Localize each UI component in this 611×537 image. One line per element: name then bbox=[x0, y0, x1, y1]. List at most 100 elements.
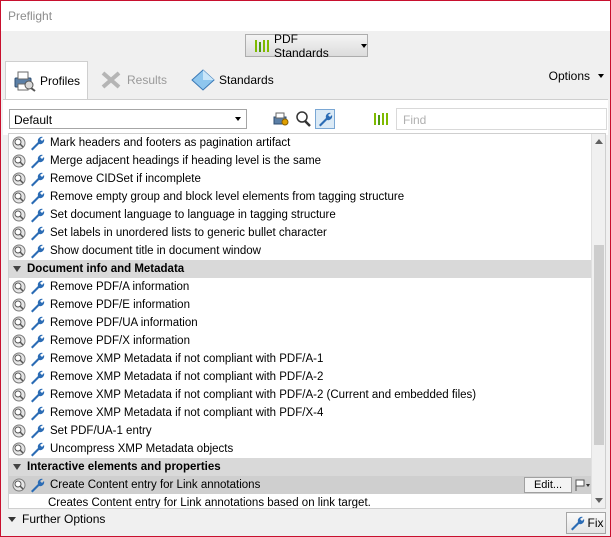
further-options-toggle[interactable]: Further Options bbox=[8, 512, 105, 526]
group-header[interactable]: Interactive elements and properties bbox=[9, 458, 591, 476]
fixup-row[interactable]: Merge adjacent headings if heading level… bbox=[9, 152, 591, 170]
fixup-row[interactable]: Set document language to language in tag… bbox=[9, 206, 591, 224]
check-magnifier-icon bbox=[12, 352, 26, 366]
results-icon bbox=[99, 69, 123, 91]
collapse-triangle-icon[interactable] bbox=[13, 266, 21, 272]
fixup-label: Remove CIDSet if incomplete bbox=[50, 173, 201, 185]
title-bar: Preflight bbox=[1, 1, 610, 31]
standards-icon bbox=[191, 69, 215, 91]
tab-standards-label: Standards bbox=[219, 73, 274, 87]
wrench-icon bbox=[29, 369, 45, 385]
wrench-icon bbox=[29, 189, 45, 205]
fixup-label: Remove XMP Metadata if not compliant wit… bbox=[50, 371, 324, 383]
fixups-list: Mark headers and footers as pagination a… bbox=[8, 133, 606, 509]
wrench-icon bbox=[570, 516, 584, 531]
fixup-row[interactable]: Show document title in document window bbox=[9, 242, 591, 260]
options-menu[interactable]: Options bbox=[549, 69, 604, 83]
fixup-label: Set document language to language in tag… bbox=[50, 209, 336, 221]
wrench-icon bbox=[29, 315, 45, 331]
wrench-icon bbox=[29, 477, 45, 493]
fixup-row[interactable]: Remove CIDSet if incomplete bbox=[9, 170, 591, 188]
check-magnifier-icon bbox=[12, 388, 26, 402]
fixup-label: Mark headers and footers as pagination a… bbox=[50, 137, 291, 149]
profiles-view-icon bbox=[273, 112, 289, 126]
check-magnifier-icon bbox=[12, 190, 26, 204]
scroll-up-icon[interactable] bbox=[595, 139, 603, 144]
scroll-down-icon[interactable] bbox=[595, 498, 603, 503]
fixup-label: Remove PDF/A information bbox=[50, 281, 190, 293]
profile-select[interactable]: Default bbox=[9, 109, 247, 129]
options-label: Options bbox=[548, 69, 590, 83]
tab-bar: Profiles Results Standards Options bbox=[1, 61, 610, 99]
fixup-row[interactable]: Remove XMP Metadata if not compliant wit… bbox=[9, 386, 591, 404]
wrench-icon bbox=[29, 351, 45, 367]
wrench-icon bbox=[29, 207, 45, 223]
check-magnifier-icon bbox=[12, 424, 26, 438]
fixup-row[interactable]: Create Content entry for Link annotation… bbox=[9, 476, 591, 494]
fixup-description: Creates Content entry for Link annotatio… bbox=[48, 497, 371, 509]
fixup-row[interactable]: Remove XMP Metadata if not compliant wit… bbox=[9, 404, 591, 422]
collapse-triangle-icon[interactable] bbox=[13, 464, 21, 470]
wrench-icon bbox=[29, 135, 45, 151]
fix-label: Fix bbox=[587, 516, 604, 530]
profiles-view-button[interactable] bbox=[271, 109, 291, 129]
fixup-row[interactable]: Uncompress XMP Metadata objects bbox=[9, 440, 591, 458]
profiles-toolbar: Default Find bbox=[3, 99, 608, 135]
fixup-row[interactable]: Remove PDF/X information bbox=[9, 332, 591, 350]
scroll-thumb[interactable] bbox=[594, 245, 604, 445]
find-placeholder: Find bbox=[403, 113, 427, 127]
bottom-bar: Further Options Fix bbox=[1, 509, 610, 536]
fixup-label: Remove XMP Metadata if not compliant wit… bbox=[50, 353, 324, 365]
fixup-row[interactable]: Remove XMP Metadata if not compliant wit… bbox=[9, 350, 591, 368]
wrench-icon bbox=[29, 387, 45, 403]
tab-profiles[interactable]: Profiles bbox=[5, 61, 88, 99]
check-magnifier-icon bbox=[12, 280, 26, 294]
wrench-icon bbox=[29, 441, 45, 457]
pdf-standards-filter-button[interactable] bbox=[371, 109, 391, 129]
profile-select-value: Default bbox=[14, 113, 53, 127]
wrench-icon bbox=[319, 112, 333, 127]
flag-menu-icon[interactable] bbox=[575, 478, 591, 492]
wrench-icon bbox=[29, 405, 45, 421]
pdf-standards-button[interactable]: PDF Standards bbox=[245, 31, 368, 60]
magnifier-icon bbox=[296, 111, 311, 127]
chevron-down-icon bbox=[235, 117, 241, 121]
wrench-icon bbox=[29, 243, 45, 259]
edit-button[interactable]: Edit... bbox=[524, 477, 572, 493]
group-label: Interactive elements and properties bbox=[27, 461, 221, 473]
find-input[interactable]: Find bbox=[396, 108, 607, 130]
group-header[interactable]: Document info and Metadata bbox=[9, 260, 591, 278]
checks-view-button[interactable] bbox=[293, 109, 313, 129]
check-magnifier-icon bbox=[12, 442, 26, 456]
fixup-row[interactable]: Set labels in unordered lists to generic… bbox=[9, 224, 591, 242]
fixup-label: Remove XMP Metadata if not compliant wit… bbox=[50, 407, 324, 419]
further-options-label: Further Options bbox=[22, 512, 106, 526]
chevron-down-icon bbox=[8, 516, 16, 522]
fixup-row[interactable]: Remove PDF/A information bbox=[9, 278, 591, 296]
pdf-standards-icon bbox=[374, 113, 388, 125]
window-title: Preflight bbox=[8, 9, 53, 23]
wrench-icon bbox=[29, 153, 45, 169]
fixup-label: Remove XMP Metadata if not compliant wit… bbox=[50, 389, 477, 401]
fixup-row[interactable]: Remove empty group and block level eleme… bbox=[9, 188, 591, 206]
wrench-icon bbox=[29, 297, 45, 313]
pdf-standards-label: PDF Standards bbox=[274, 31, 329, 60]
chevron-down-icon bbox=[361, 43, 367, 48]
fix-button[interactable]: Fix bbox=[566, 512, 606, 534]
tab-standards[interactable]: Standards bbox=[191, 61, 274, 99]
check-magnifier-icon bbox=[12, 226, 26, 240]
fixup-row[interactable]: Remove PDF/E information bbox=[9, 296, 591, 314]
fixup-label: Remove PDF/UA information bbox=[50, 317, 198, 329]
check-magnifier-icon bbox=[12, 478, 26, 492]
vertical-scrollbar[interactable] bbox=[591, 134, 605, 508]
fixup-row[interactable]: Set PDF/UA-1 entry bbox=[9, 422, 591, 440]
fixup-row[interactable]: Remove PDF/UA information bbox=[9, 314, 591, 332]
fixups-view-button[interactable] bbox=[315, 109, 335, 129]
profiles-icon bbox=[12, 70, 36, 92]
fixup-label: Remove PDF/E information bbox=[50, 299, 190, 311]
fixup-row[interactable]: Mark headers and footers as pagination a… bbox=[9, 134, 591, 152]
check-magnifier-icon bbox=[12, 208, 26, 222]
tab-results[interactable]: Results bbox=[99, 61, 167, 99]
wrench-icon bbox=[29, 279, 45, 295]
fixup-row[interactable]: Remove XMP Metadata if not compliant wit… bbox=[9, 368, 591, 386]
